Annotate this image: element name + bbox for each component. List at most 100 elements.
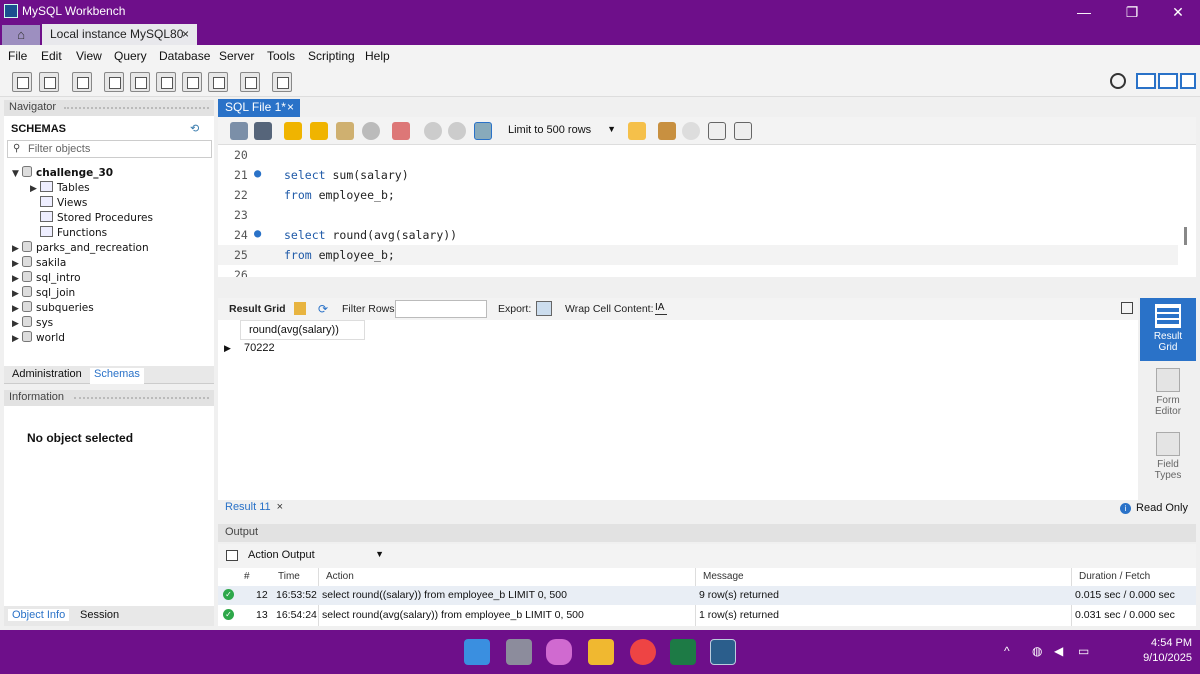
sql-keyword: from bbox=[284, 248, 312, 262]
tree-db-parks-and-recreation[interactable]: ▶ parks_and_recreation bbox=[12, 241, 149, 254]
settings-icon[interactable] bbox=[1110, 73, 1126, 89]
collapse-arrow-icon[interactable]: ▼ bbox=[12, 169, 22, 179]
toggle-secondary-sidebar-icon[interactable] bbox=[1180, 73, 1196, 89]
search-table-data-icon[interactable] bbox=[240, 72, 260, 92]
toggle-results-panel-icon[interactable] bbox=[1121, 302, 1133, 314]
tree-item-stored-procedures[interactable]: Stored Procedures bbox=[40, 211, 153, 224]
tree-item-tables[interactable]: ▶ Tables bbox=[30, 181, 90, 194]
side-result-grid-button[interactable]: Result Grid bbox=[1140, 298, 1196, 361]
grid-column-header[interactable]: round(avg(salary)) bbox=[240, 320, 365, 340]
expand-arrow-icon[interactable]: ▶ bbox=[30, 184, 40, 194]
save-icon[interactable] bbox=[254, 122, 272, 140]
side-field-types-button[interactable]: Field Types bbox=[1140, 432, 1196, 481]
toggle-error-icon[interactable] bbox=[392, 122, 410, 140]
battery-icon[interactable]: ▭ bbox=[1078, 644, 1089, 658]
table-row[interactable]: ✓ 12 16:53:52 select round((salary)) fro… bbox=[218, 586, 1196, 605]
tab-schemas[interactable]: Schemas bbox=[90, 368, 144, 384]
toggle-sidebar-icon[interactable] bbox=[1136, 73, 1156, 89]
menu-query[interactable]: Query bbox=[114, 49, 147, 63]
stop-icon[interactable] bbox=[362, 122, 380, 140]
invisible-chars-icon[interactable] bbox=[708, 122, 726, 140]
menu-edit[interactable]: Edit bbox=[41, 49, 62, 63]
create-schema-icon[interactable] bbox=[104, 72, 124, 92]
menu-tools[interactable]: Tools bbox=[267, 49, 295, 63]
excel-icon[interactable] bbox=[670, 639, 696, 665]
inspector-icon[interactable] bbox=[72, 72, 92, 92]
wrap-lines-icon[interactable] bbox=[734, 122, 752, 140]
volume-icon[interactable]: ◀ bbox=[1054, 644, 1063, 658]
create-view-icon[interactable] bbox=[156, 72, 176, 92]
grid-cell[interactable]: 70222 bbox=[244, 342, 275, 354]
copy-output-icon[interactable] bbox=[226, 550, 238, 561]
menu-scripting[interactable]: Scripting bbox=[308, 49, 355, 63]
close-window-button[interactable]: ✕ bbox=[1158, 2, 1198, 22]
explain-icon[interactable] bbox=[336, 122, 354, 140]
bookmark-star-icon[interactable] bbox=[628, 122, 646, 140]
minimize-button[interactable]: — bbox=[1064, 2, 1104, 22]
new-sql-tab-icon[interactable] bbox=[12, 72, 32, 92]
sql-code-editor[interactable]: 20 21 ● select sum(salary) 22 from employee… bbox=[218, 145, 1196, 277]
close-result-tab-icon[interactable]: × bbox=[277, 501, 283, 513]
tree-db-sql-intro[interactable]: ▶ sql_intro bbox=[12, 271, 81, 284]
rollback-icon[interactable] bbox=[448, 122, 466, 140]
create-table-icon[interactable] bbox=[130, 72, 150, 92]
task-view-icon[interactable] bbox=[506, 639, 532, 665]
filter-objects-input[interactable]: ⚲ Filter objects bbox=[7, 140, 212, 158]
tab-administration[interactable]: Administration bbox=[8, 368, 86, 380]
limit-rows-select[interactable]: Limit to 500 rows ▼ bbox=[504, 122, 620, 140]
home-tab[interactable]: ⌂ bbox=[2, 25, 40, 45]
wrap-content-icon[interactable]: IA bbox=[655, 302, 667, 315]
copilot-icon[interactable] bbox=[546, 639, 572, 665]
execute-current-icon[interactable] bbox=[310, 122, 328, 140]
tree-db-sql-join[interactable]: ▶ sql_join bbox=[12, 286, 75, 299]
grid-layout-icon[interactable] bbox=[294, 302, 306, 315]
tree-item-views[interactable]: Views bbox=[40, 196, 87, 209]
open-sql-script-icon[interactable] bbox=[39, 72, 59, 92]
menu-database[interactable]: Database bbox=[159, 49, 210, 63]
tab-object-info[interactable]: Object Info bbox=[8, 609, 70, 621]
tab-session[interactable]: Session bbox=[76, 609, 123, 621]
tree-db-world[interactable]: ▶ world bbox=[12, 331, 65, 344]
create-procedure-icon[interactable] bbox=[182, 72, 202, 92]
autocommit-icon[interactable] bbox=[474, 122, 492, 140]
side-form-editor-button[interactable]: Form Editor bbox=[1140, 368, 1196, 417]
chevron-up-icon[interactable]: ^ bbox=[1004, 644, 1010, 658]
chrome-icon[interactable] bbox=[630, 639, 656, 665]
reconnect-icon[interactable] bbox=[272, 72, 292, 92]
maximize-button[interactable]: ❐ bbox=[1112, 2, 1152, 22]
commit-icon[interactable] bbox=[424, 122, 442, 140]
start-windows-icon[interactable] bbox=[464, 639, 490, 665]
table-row[interactable]: ✓ 13 16:54:24 select round(avg(salary)) … bbox=[218, 606, 1196, 625]
open-file-icon[interactable] bbox=[230, 122, 248, 140]
close-sql-tab-icon[interactable]: × bbox=[287, 100, 294, 114]
beautify-icon[interactable] bbox=[658, 122, 676, 140]
filter-rows-input[interactable] bbox=[395, 300, 487, 318]
menu-server[interactable]: Server bbox=[219, 49, 254, 63]
menu-view[interactable]: View bbox=[76, 49, 102, 63]
tree-db-subqueries[interactable]: ▶ subqueries bbox=[12, 301, 94, 314]
export-icon[interactable] bbox=[536, 301, 552, 316]
refresh-icon[interactable]: ⟳ bbox=[318, 302, 332, 316]
menu-file[interactable]: File bbox=[8, 49, 27, 63]
column-header: Time bbox=[278, 571, 300, 582]
create-function-icon[interactable] bbox=[208, 72, 228, 92]
file-explorer-icon[interactable] bbox=[588, 639, 614, 665]
result-tab[interactable]: Result 11 × bbox=[225, 501, 283, 513]
network-icon[interactable]: ◍ bbox=[1032, 644, 1042, 658]
tree-db-sakila[interactable]: ▶ sakila bbox=[12, 256, 66, 269]
toggle-output-icon[interactable] bbox=[1158, 73, 1178, 89]
clock[interactable]: 4:54 PM 9/10/2025 bbox=[1143, 637, 1192, 664]
tree-item-functions[interactable]: Functions bbox=[40, 226, 107, 239]
refresh-schemas-icon[interactable]: ⟲ bbox=[190, 122, 199, 135]
menu-help[interactable]: Help bbox=[365, 49, 390, 63]
sql-file-tab[interactable]: SQL File 1* × bbox=[218, 99, 300, 117]
close-instance-tab-icon[interactable]: × bbox=[182, 27, 189, 41]
find-icon[interactable] bbox=[682, 122, 700, 140]
tree-db-sys[interactable]: ▶ sys bbox=[12, 316, 53, 329]
execute-icon[interactable] bbox=[284, 122, 302, 140]
editor-scrollbar[interactable] bbox=[1184, 227, 1187, 245]
instance-tab[interactable]: Local instance MySQL80 × bbox=[42, 24, 197, 45]
tree-db-challenge-30[interactable]: ▼ challenge_30 bbox=[12, 166, 113, 179]
action-output-select[interactable]: Action Output ▼ bbox=[242, 547, 386, 565]
mysql-workbench-taskbar-icon[interactable] bbox=[710, 639, 736, 665]
